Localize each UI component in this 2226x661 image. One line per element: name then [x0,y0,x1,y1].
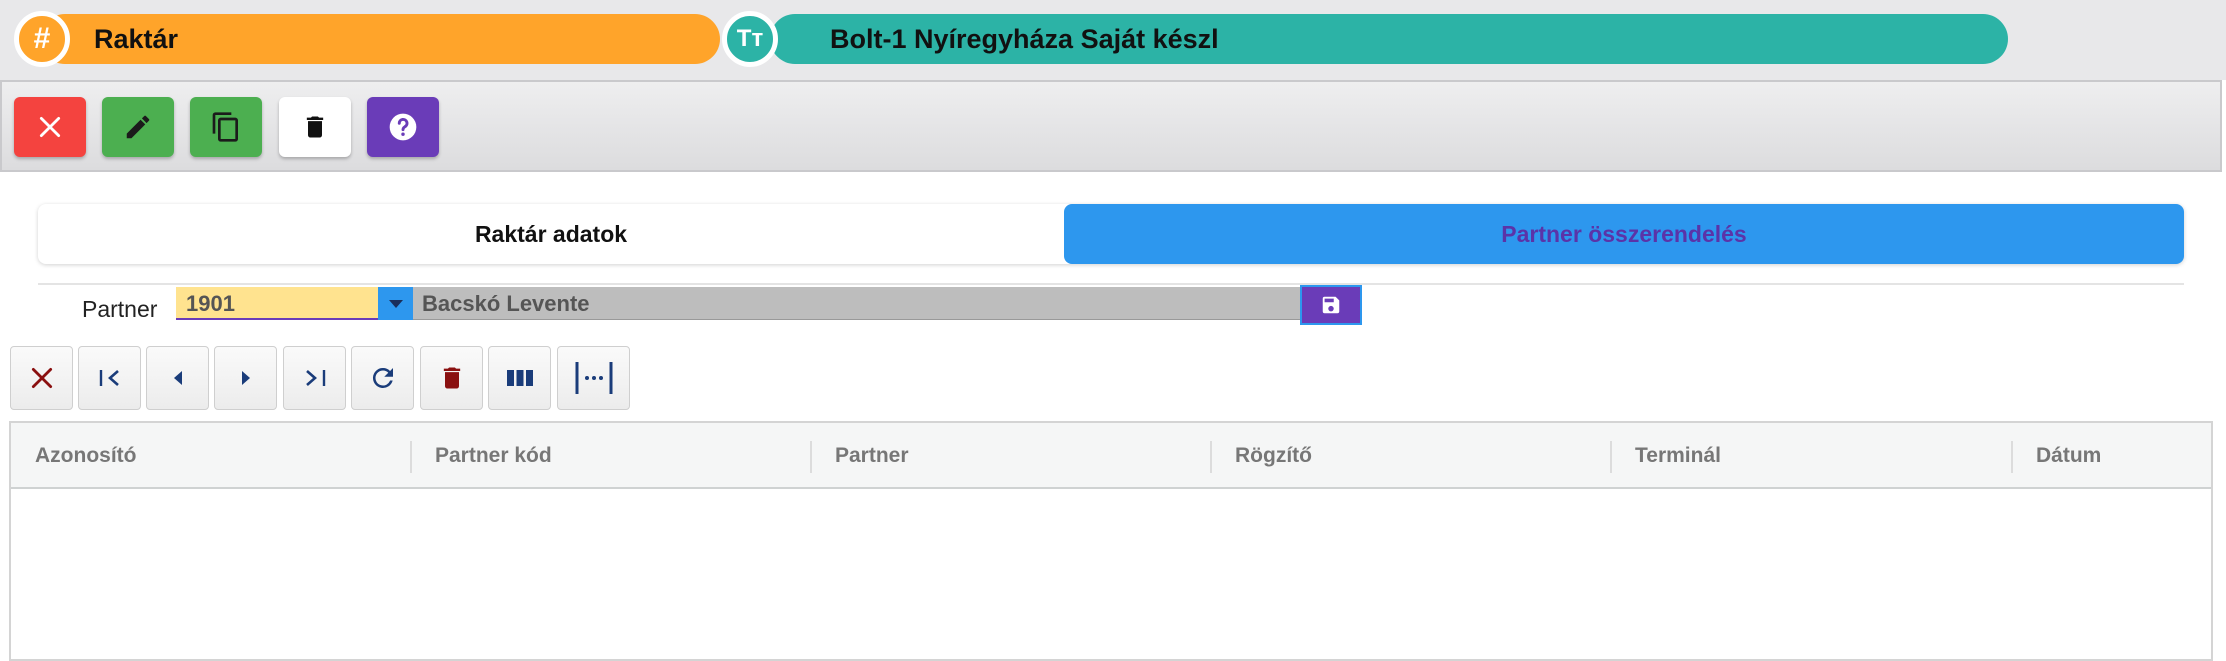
grid-last-button[interactable] [283,346,346,410]
column-header-rogzito[interactable]: Rögzítő [1211,423,1312,489]
next-icon [241,371,250,385]
record-name-label: Bolt-1 Nyíregyháza Saját készl [830,23,1219,54]
divider [38,283,2184,285]
column-header-partner[interactable]: Partner [811,423,909,489]
grid-next-button[interactable] [214,346,277,410]
delete-button[interactable] [279,97,351,157]
tab-partner-osszerendeles[interactable]: Partner összerendelés [1064,204,2184,264]
column-header-partner-kod[interactable]: Partner kód [411,423,552,489]
trash-icon [443,367,460,389]
grid-previous-button[interactable] [146,346,209,410]
partner-dropdown-button[interactable] [378,287,413,320]
close-icon [39,116,61,138]
grid-column-width-button[interactable] [557,346,630,410]
partner-code-input[interactable]: 1901 [176,287,378,320]
hash-icon: # [14,11,70,67]
copy-button[interactable] [190,97,262,157]
grid-header: Azonosító Partner kód Partner Rögzítő Te… [11,423,2211,489]
tab-raktar-adatok[interactable]: Raktár adatok [38,204,1064,264]
trash-icon [306,116,324,138]
partner-label: Partner [82,296,158,322]
grid-refresh-button[interactable] [351,346,414,410]
caret-down-icon [388,299,403,308]
save-button[interactable] [1300,285,1362,325]
close-button[interactable] [14,97,86,157]
column-header-terminal[interactable]: Terminál [1611,423,1721,489]
cancel-icon [31,367,52,389]
text-type-icon: Tт [722,11,778,67]
partner-name-field: Bacskó Levente [413,287,1300,320]
previous-icon [173,371,182,385]
data-grid: Azonosító Partner kód Partner Rögzítő Te… [9,421,2213,661]
help-icon [389,113,417,141]
grid-cancel-button[interactable] [10,346,73,410]
edit-button[interactable] [102,97,174,157]
copy-icon [212,112,238,142]
tab-bar: Raktár adatok Partner összerendelés [38,204,2184,264]
pencil-icon [126,115,150,139]
record-type-pill: Raktár [40,14,720,64]
column-width-icon [575,362,612,394]
grid-columns-button[interactable] [488,346,551,410]
grid-first-button[interactable] [78,346,141,410]
record-name-pill: Bolt-1 Nyíregyháza Saját készl [770,14,2008,64]
last-page-icon [305,370,325,386]
refresh-icon [372,367,393,388]
record-type-label: Raktár [94,23,179,54]
floppy-disk-icon [1322,296,1340,314]
header-bar: Raktár # Bolt-1 Nyíregyháza Saját készl … [0,0,2226,80]
column-header-datum[interactable]: Dátum [2012,423,2101,489]
grid-delete-button[interactable] [420,346,483,410]
main-toolbar [0,80,2222,172]
column-header-azonosito[interactable]: Azonosító [11,423,136,489]
help-button[interactable] [367,97,439,157]
first-page-icon [99,370,119,386]
columns-icon [506,370,533,386]
